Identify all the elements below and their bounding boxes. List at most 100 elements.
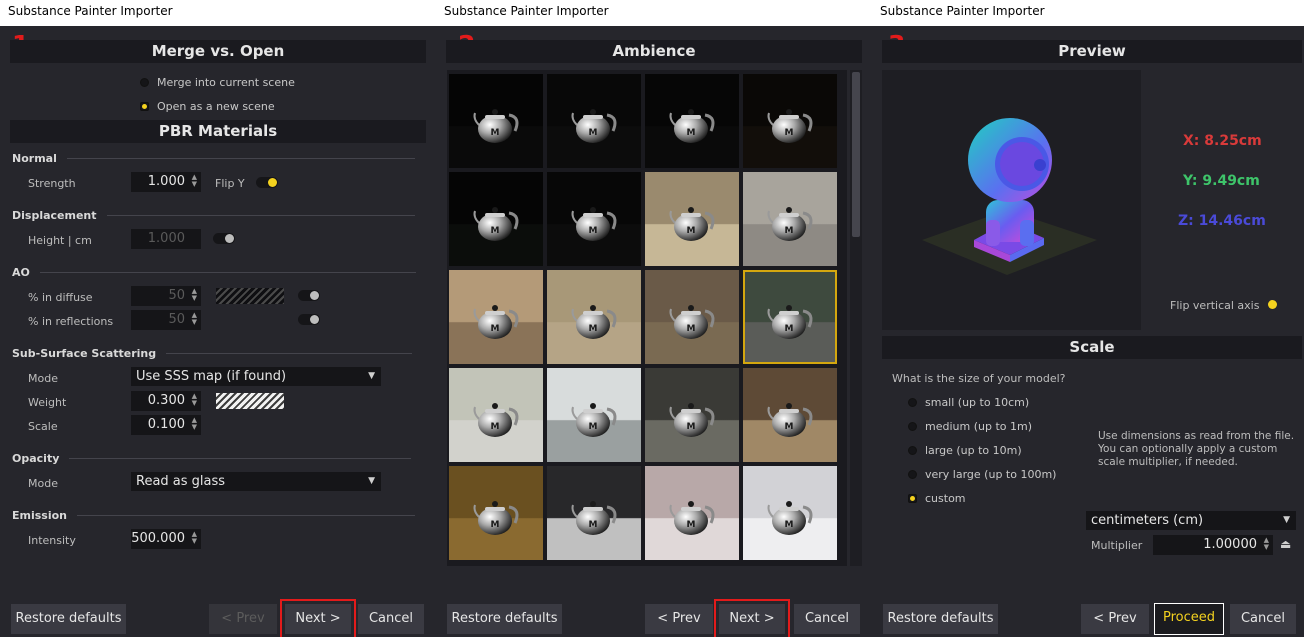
- environment-thumbnail[interactable]: M: [743, 172, 837, 266]
- sss-weight-map-swatch[interactable]: [216, 393, 284, 409]
- toggle-knob: [225, 234, 234, 243]
- spinner-arrows-icon[interactable]: ▲ ▼: [192, 531, 197, 545]
- dimension-z: Z: 14.46cm: [1178, 213, 1266, 229]
- strength-input[interactable]: 1.000 ▲ ▼: [131, 172, 201, 192]
- multiplier-input[interactable]: 1.00000 ▲ ▼: [1153, 535, 1273, 555]
- spinner-arrows-icon[interactable]: ▲ ▼: [192, 174, 197, 188]
- spinner-arrows-icon[interactable]: ▲ ▼: [1264, 537, 1269, 551]
- ao-reflections-input[interactable]: 50 ▲ ▼: [131, 310, 201, 330]
- environment-grid: M M M M M M M M M M M M M M M M M M M M: [447, 70, 847, 566]
- merge-option-label: Open as a new scene: [157, 100, 275, 113]
- spinner-arrows-icon[interactable]: ▲ ▼: [192, 393, 197, 407]
- displacement-toggle[interactable]: [213, 233, 235, 244]
- emission-intensity-value: 500.000: [131, 531, 185, 546]
- environment-thumbnail[interactable]: M: [547, 172, 641, 266]
- environment-thumbnail[interactable]: M: [547, 368, 641, 462]
- prev-button[interactable]: < Prev: [645, 604, 713, 634]
- size-option-medium[interactable]: medium (up to 1m): [908, 420, 1032, 433]
- merge-option-label: Merge into current scene: [157, 76, 295, 89]
- flip-y-toggle[interactable]: [256, 177, 278, 188]
- ao-diffuse-input[interactable]: 50 ▲ ▼: [131, 286, 201, 306]
- ao-diffuse-value: 50: [168, 288, 185, 303]
- ao-diffuse-map-swatch[interactable]: [216, 288, 284, 304]
- height-input[interactable]: 1.000: [131, 229, 201, 249]
- caret-down-icon: ▼: [368, 371, 375, 381]
- size-option-small[interactable]: small (up to 10cm): [908, 396, 1029, 409]
- environment-thumbnail[interactable]: M: [547, 466, 641, 560]
- svg-text:M: M: [785, 520, 794, 530]
- grid-scrollbar[interactable]: [850, 70, 862, 566]
- environment-thumbnail[interactable]: M: [449, 172, 543, 266]
- restore-defaults-button[interactable]: Restore defaults: [11, 604, 126, 634]
- prev-button[interactable]: < Prev: [209, 604, 277, 634]
- environment-thumbnail[interactable]: M: [743, 466, 837, 560]
- divider: [39, 272, 416, 273]
- cancel-button[interactable]: Cancel: [358, 604, 424, 634]
- teapot-icon: M: [767, 109, 813, 143]
- size-option-label: custom: [925, 492, 966, 505]
- spinner-arrows-icon[interactable]: ▲ ▼: [192, 288, 197, 302]
- next-button[interactable]: Next >: [280, 599, 356, 637]
- sss-weight-input[interactable]: 0.300 ▲ ▼: [131, 391, 201, 411]
- size-option-large[interactable]: large (up to 10m): [908, 444, 1022, 457]
- svg-text:M: M: [589, 128, 598, 138]
- group-ao: AO: [12, 266, 416, 279]
- pick-scale-icon[interactable]: ⏏: [1280, 537, 1291, 551]
- environment-thumbnail[interactable]: M: [645, 172, 739, 266]
- proceed-button[interactable]: Proceed: [1154, 603, 1224, 635]
- group-normal: Normal: [12, 152, 415, 165]
- environment-thumbnail[interactable]: M: [743, 270, 837, 364]
- model-preview-viewport[interactable]: [882, 70, 1141, 330]
- radio-dot: [908, 446, 917, 455]
- environment-thumbnail[interactable]: M: [645, 466, 739, 560]
- prev-button[interactable]: < Prev: [1081, 604, 1149, 634]
- cancel-button[interactable]: Cancel: [794, 604, 860, 634]
- sss-mode-select[interactable]: Use SSS map (if found) ▼: [131, 367, 381, 386]
- environment-thumbnail[interactable]: M: [743, 74, 837, 168]
- teapot-icon: M: [669, 109, 715, 143]
- environment-thumbnail[interactable]: M: [547, 270, 641, 364]
- environment-thumbnail[interactable]: M: [449, 74, 543, 168]
- ao-reflections-toggle[interactable]: [298, 314, 320, 325]
- sss-scale-input[interactable]: 0.100 ▲ ▼: [131, 415, 201, 435]
- caret-down-icon: ▼: [1283, 515, 1290, 525]
- radio-dot: [908, 494, 917, 503]
- environment-thumbnail[interactable]: M: [547, 74, 641, 168]
- environment-thumbnail[interactable]: M: [645, 270, 739, 364]
- emission-intensity-input[interactable]: 500.000 ▲ ▼: [131, 529, 201, 549]
- restore-defaults-button[interactable]: Restore defaults: [447, 604, 562, 634]
- merge-option-open[interactable]: Open as a new scene: [140, 100, 275, 113]
- cancel-button[interactable]: Cancel: [1230, 604, 1296, 634]
- spinner-arrows-icon[interactable]: ▲ ▼: [192, 312, 197, 326]
- panel-merge-pbr: Substance Painter Importer 1 Merge vs. O…: [0, 0, 436, 637]
- next-button[interactable]: Next >: [714, 599, 790, 637]
- environment-thumbnail[interactable]: M: [449, 466, 543, 560]
- size-option-custom[interactable]: custom: [908, 492, 966, 505]
- group-title: Sub-Surface Scattering: [12, 347, 157, 360]
- size-option-very-large[interactable]: very large (up to 100m): [908, 468, 1056, 481]
- svg-text:M: M: [491, 226, 500, 236]
- merge-option-merge[interactable]: Merge into current scene: [140, 76, 295, 89]
- environment-thumbnail[interactable]: M: [449, 368, 543, 462]
- spinner-arrows-icon[interactable]: ▲ ▼: [192, 417, 197, 431]
- svg-text:M: M: [687, 128, 696, 138]
- svg-text:M: M: [785, 422, 794, 432]
- ao-diffuse-toggle[interactable]: [298, 290, 320, 301]
- flip-vertical-toggle[interactable]: [1256, 299, 1278, 310]
- size-option-label: large (up to 10m): [925, 444, 1022, 457]
- ao-diffuse-label: % in diffuse: [28, 291, 93, 304]
- restore-defaults-button[interactable]: Restore defaults: [883, 604, 998, 634]
- strength-value: 1.000: [147, 174, 185, 189]
- group-sss: Sub-Surface Scattering: [12, 347, 413, 360]
- unit-select[interactable]: centimeters (cm) ▼: [1086, 511, 1296, 530]
- environment-thumbnail[interactable]: M: [449, 270, 543, 364]
- scrollbar-thumb[interactable]: [852, 72, 860, 237]
- environment-thumbnail[interactable]: M: [743, 368, 837, 462]
- opacity-mode-select[interactable]: Read as glass ▼: [131, 472, 381, 491]
- environment-thumbnail[interactable]: M: [645, 368, 739, 462]
- divider: [69, 458, 412, 459]
- sss-weight-value: 0.300: [147, 393, 185, 408]
- environment-thumbnail[interactable]: M: [645, 74, 739, 168]
- teapot-icon: M: [571, 403, 617, 437]
- emission-intensity-label: Intensity: [28, 534, 76, 547]
